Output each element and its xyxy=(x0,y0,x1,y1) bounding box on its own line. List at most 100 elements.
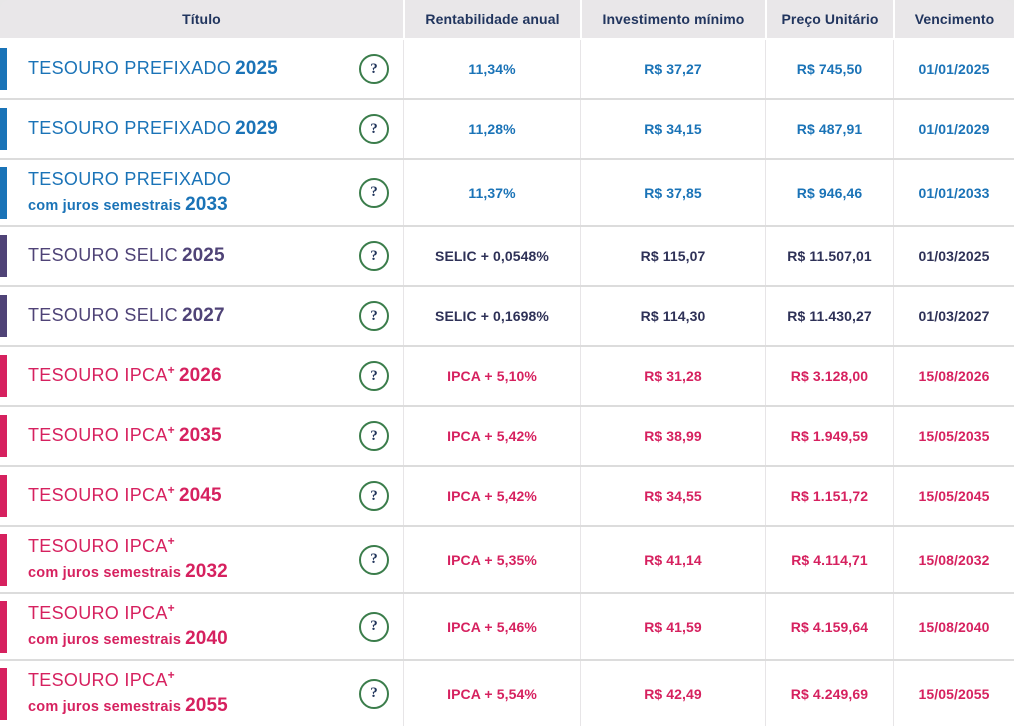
table-row[interactable]: TESOURO PREFIXADO 2029 ? 11,28% R$ 34,15… xyxy=(0,98,1014,158)
row-accent-bar xyxy=(0,355,7,397)
table-row[interactable]: TESOURO SELIC 2027 ? SELIC + 0,1698% R$ … xyxy=(0,285,1014,345)
unit-price-cell: R$ 745,50 xyxy=(765,40,893,98)
bond-name: TESOURO IPCA xyxy=(28,603,168,624)
help-question-icon[interactable]: ? xyxy=(359,421,389,451)
bond-name: TESOURO PREFIXADO xyxy=(28,169,232,190)
help-question-icon[interactable]: ? xyxy=(359,301,389,331)
table-row[interactable]: TESOURO IPCA+ 2035 ? IPCA + 5,42% R$ 38,… xyxy=(0,405,1014,465)
help-question-icon[interactable]: ? xyxy=(359,114,389,144)
row-accent-bar xyxy=(0,295,7,337)
bond-title-cell: TESOURO IPCA+ 2026 ? xyxy=(0,347,403,405)
bond-title-link[interactable]: TESOURO PREFIXADO 2029 xyxy=(28,117,278,141)
bond-title-cell: TESOURO IPCA+ com juros semestrais 2032 … xyxy=(0,527,403,592)
bond-year: 2029 xyxy=(235,118,278,140)
bond-title-link[interactable]: TESOURO PREFIXADO com juros semestrais 2… xyxy=(28,168,231,217)
table-row[interactable]: TESOURO IPCA+ 2026 ? IPCA + 5,10% R$ 31,… xyxy=(0,345,1014,405)
bond-subtitle: com juros semestrais xyxy=(28,565,182,581)
bond-year: 2040 xyxy=(185,628,228,649)
column-header-0: Título xyxy=(182,11,221,27)
min-investment-cell: R$ 37,85 xyxy=(580,160,765,225)
help-question-icon[interactable]: ? xyxy=(359,678,389,709)
bond-name: TESOURO PREFIXADO xyxy=(28,58,232,79)
table-row[interactable]: TESOURO IPCA+ com juros semestrais 2055 … xyxy=(0,659,1014,726)
unit-price-cell: R$ 946,46 xyxy=(765,160,893,225)
help-question-icon[interactable]: ? xyxy=(359,611,389,642)
bond-title-cell: TESOURO PREFIXADO com juros semestrais 2… xyxy=(0,160,403,225)
rate-cell: 11,28% xyxy=(403,100,580,158)
bond-name-superscript: + xyxy=(167,601,175,616)
bond-name-superscript: + xyxy=(167,423,175,438)
unit-price-cell: R$ 487,91 xyxy=(765,100,893,158)
table-row[interactable]: TESOURO IPCA+ 2045 ? IPCA + 5,42% R$ 34,… xyxy=(0,465,1014,525)
table-row[interactable]: TESOURO PREFIXADO 2025 ? 11,34% R$ 37,27… xyxy=(0,38,1014,98)
bond-title-link[interactable]: TESOURO IPCA+ 2035 xyxy=(28,424,222,448)
bond-title-cell: TESOURO IPCA+ 2045 ? xyxy=(0,467,403,525)
bond-title-link[interactable]: TESOURO PREFIXADO 2025 xyxy=(28,57,278,81)
rate-cell: 11,37% xyxy=(403,160,580,225)
help-question-icon[interactable]: ? xyxy=(359,241,389,271)
help-question-icon[interactable]: ? xyxy=(359,361,389,391)
min-investment-cell: R$ 34,55 xyxy=(580,467,765,525)
maturity-cell: 15/05/2055 xyxy=(893,661,1014,726)
unit-price-cell: R$ 4.114,71 xyxy=(765,527,893,592)
bond-name: TESOURO IPCA xyxy=(28,485,168,506)
maturity-cell: 15/08/2040 xyxy=(893,594,1014,659)
column-header-3: Preço Unitário xyxy=(765,0,893,38)
bond-name-superscript: + xyxy=(167,483,175,498)
maturity-cell: 15/08/2026 xyxy=(893,347,1014,405)
min-investment-cell: R$ 41,14 xyxy=(580,527,765,592)
table-body: TESOURO PREFIXADO 2025 ? 11,34% R$ 37,27… xyxy=(0,38,1014,726)
table-row[interactable]: TESOURO SELIC 2025 ? SELIC + 0,0548% R$ … xyxy=(0,225,1014,285)
row-accent-bar xyxy=(0,166,7,219)
bond-title-link[interactable]: TESOURO SELIC 2025 xyxy=(28,244,225,268)
unit-price-cell: R$ 1.151,72 xyxy=(765,467,893,525)
unit-price-cell: R$ 4.159,64 xyxy=(765,594,893,659)
min-investment-cell: R$ 34,15 xyxy=(580,100,765,158)
bond-name: TESOURO SELIC xyxy=(28,305,178,326)
table-row[interactable]: TESOURO IPCA+ com juros semestrais 2032 … xyxy=(0,525,1014,592)
bond-year: 2025 xyxy=(235,58,278,80)
rate-cell: IPCA + 5,10% xyxy=(403,347,580,405)
table-row[interactable]: TESOURO IPCA+ com juros semestrais 2040 … xyxy=(0,592,1014,659)
unit-price-cell: R$ 4.249,69 xyxy=(765,661,893,726)
bond-name-superscript: + xyxy=(167,363,175,378)
help-question-icon[interactable]: ? xyxy=(359,54,389,84)
rate-cell: IPCA + 5,35% xyxy=(403,527,580,592)
row-accent-bar xyxy=(0,108,7,150)
bond-title-link[interactable]: TESOURO IPCA+ com juros semestrais 2055 xyxy=(28,669,228,718)
bond-title-link[interactable]: TESOURO IPCA+ 2045 xyxy=(28,484,222,508)
bond-year: 2033 xyxy=(185,194,228,215)
bond-year: 2026 xyxy=(178,365,222,387)
maturity-cell: 15/08/2032 xyxy=(893,527,1014,592)
bond-title-link[interactable]: TESOURO IPCA+ com juros semestrais 2032 xyxy=(28,535,228,584)
help-question-icon[interactable]: ? xyxy=(359,177,389,208)
maturity-cell: 01/03/2027 xyxy=(893,287,1014,345)
bond-title-link[interactable]: TESOURO IPCA+ 2026 xyxy=(28,364,222,388)
bond-title-cell: TESOURO SELIC 2025 ? xyxy=(0,227,403,285)
bond-name: TESOURO SELIC xyxy=(28,245,178,266)
maturity-cell: 15/05/2045 xyxy=(893,467,1014,525)
bond-name-superscript: + xyxy=(167,534,175,549)
min-investment-cell: R$ 31,28 xyxy=(580,347,765,405)
rate-cell: SELIC + 0,0548% xyxy=(403,227,580,285)
bond-year: 2055 xyxy=(185,695,228,716)
column-header-4: Vencimento xyxy=(893,0,1014,38)
bond-name: TESOURO IPCA xyxy=(28,365,168,386)
help-question-icon[interactable]: ? xyxy=(359,481,389,511)
rate-cell: SELIC + 0,1698% xyxy=(403,287,580,345)
bond-year: 2025 xyxy=(181,245,225,267)
bond-title-cell: TESOURO IPCA+ com juros semestrais 2040 … xyxy=(0,594,403,659)
row-accent-bar xyxy=(0,415,7,457)
column-header-1: Rentabilidade anual xyxy=(403,0,580,38)
min-investment-cell: R$ 41,59 xyxy=(580,594,765,659)
help-question-icon[interactable]: ? xyxy=(359,544,389,575)
bond-title-link[interactable]: TESOURO IPCA+ com juros semestrais 2040 xyxy=(28,602,228,651)
bond-name: TESOURO IPCA xyxy=(28,670,168,691)
unit-price-cell: R$ 3.128,00 xyxy=(765,347,893,405)
bond-title-cell: TESOURO PREFIXADO 2025 ? xyxy=(0,40,403,98)
bond-title-link[interactable]: TESOURO SELIC 2027 xyxy=(28,304,225,328)
row-accent-bar xyxy=(0,48,7,90)
bond-table: Título Rentabilidade anual Investimento … xyxy=(0,0,1014,726)
table-row[interactable]: TESOURO PREFIXADO com juros semestrais 2… xyxy=(0,158,1014,225)
row-accent-bar xyxy=(0,600,7,653)
